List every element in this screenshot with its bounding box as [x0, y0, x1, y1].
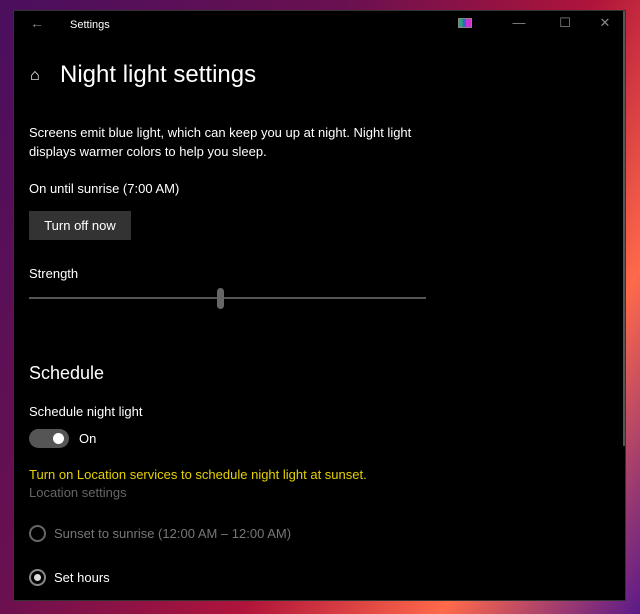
toggle-state: On — [79, 431, 97, 446]
strength-slider-thumb[interactable] — [216, 288, 224, 309]
strength-slider-track[interactable] — [29, 297, 426, 299]
radio-label: Set hours — [54, 570, 110, 585]
radio-label: Sunset to sunrise (12:00 AM – 12:00 AM) — [54, 526, 292, 541]
radio-sunset-to-sunrise[interactable]: Sunset to sunrise (12:00 AM – 12:00 AM) — [29, 524, 291, 543]
scrollbar[interactable] — [623, 11, 625, 446]
back-arrow-icon[interactable]: ← — [30, 15, 44, 31]
app-icon — [458, 18, 472, 28]
radio-circle — [29, 569, 46, 586]
status-text: On until sunrise (7:00 AM) — [29, 181, 180, 196]
turn-off-now-button[interactable]: Turn off now — [29, 211, 131, 240]
description: Screens emit blue light, which can keep … — [29, 125, 412, 159]
location-warning: Turn on Location services to schedule ni… — [29, 467, 367, 482]
location-settings-link[interactable]: Location settings — [29, 483, 127, 502]
close-button[interactable]: ✕ — [590, 15, 620, 31]
minimize-button[interactable]: — — [504, 15, 534, 30]
settings-window: ← Settings — ☐ ✕ ⌂ Night light settings … — [13, 10, 626, 601]
radio-dot — [34, 574, 41, 581]
radio-set-hours[interactable]: Set hours — [29, 568, 110, 587]
radio-circle — [29, 525, 46, 542]
schedule-toggle[interactable] — [29, 429, 69, 448]
home-icon[interactable]: ⌂ — [30, 67, 40, 85]
schedule-heading: Schedule — [29, 363, 105, 383]
window-title: Settings — [70, 19, 110, 31]
toggle-knob — [53, 433, 64, 444]
maximize-button[interactable]: ☐ — [550, 15, 580, 31]
strength-label: Strength — [29, 266, 79, 281]
schedule-toggle-label: Schedule night light — [29, 404, 143, 419]
page-title: Night light settings — [60, 61, 257, 88]
